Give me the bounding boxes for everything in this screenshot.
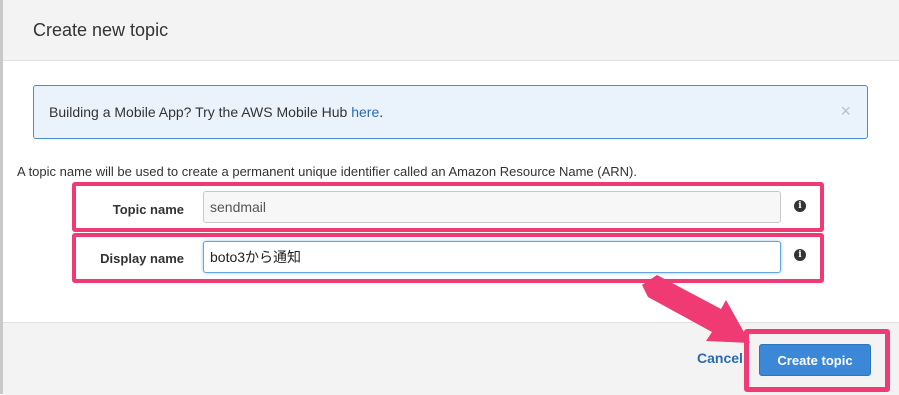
create-topic-button[interactable]: Create topic: [759, 344, 871, 376]
alert-suffix: .: [379, 104, 384, 120]
info-icon[interactable]: i: [794, 200, 806, 212]
mobile-hub-alert: Building a Mobile App? Try the AWS Mobil…: [33, 85, 868, 139]
mobile-hub-link[interactable]: here: [351, 104, 379, 120]
arn-description: A topic name will be used to create a pe…: [17, 164, 637, 179]
topic-name-label: Topic name: [112, 202, 184, 217]
topic-name-input[interactable]: [203, 191, 781, 223]
close-icon[interactable]: ×: [840, 101, 851, 122]
info-icon[interactable]: i: [794, 249, 806, 261]
display-name-label: Display name: [100, 251, 184, 266]
display-name-row: Display name i: [72, 233, 824, 283]
dialog-title: Create new topic: [33, 20, 169, 40]
dialog-header: Create new topic: [3, 0, 899, 61]
alert-text: Building a Mobile App? Try the AWS Mobil…: [49, 104, 352, 120]
cancel-button[interactable]: Cancel: [697, 350, 743, 366]
alert-message: Building a Mobile App? Try the AWS Mobil…: [49, 104, 383, 120]
create-topic-dialog: Create new topic Building a Mobile App? …: [0, 0, 899, 395]
dialog-footer: Cancel Create topic: [3, 322, 899, 395]
topic-name-row: Topic name i: [72, 182, 824, 232]
display-name-input[interactable]: [203, 241, 781, 273]
